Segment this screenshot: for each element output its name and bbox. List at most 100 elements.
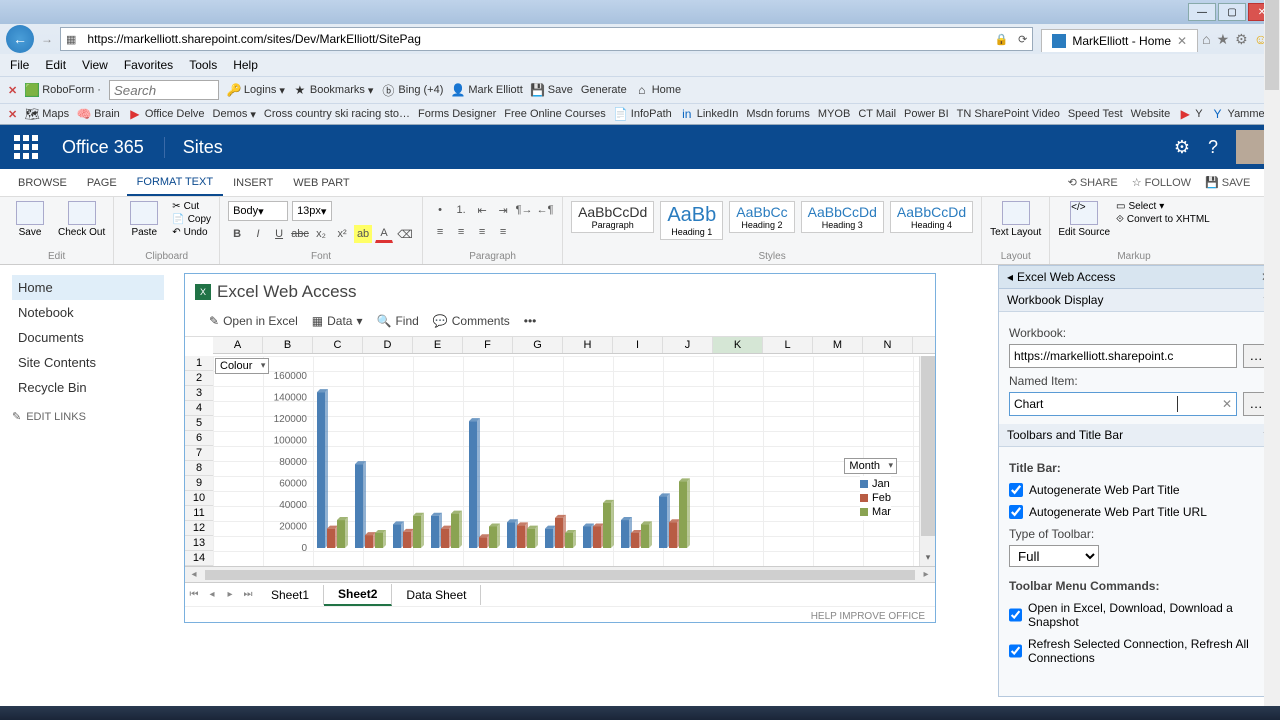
section-toolbars[interactable]: Toolbars and Title Bar⌃ [999,424,1279,447]
sheet-nav-last[interactable]: ⏭ [239,589,257,600]
hscroll-right-icon[interactable]: ▸ [917,569,935,580]
fav-msdn[interactable]: Msdn forums [746,108,810,120]
chk-refresh-box[interactable] [1009,644,1022,658]
home-icon[interactable]: ⌂ [1202,31,1210,48]
align-left-button[interactable]: ≡ [431,223,449,241]
address-bar[interactable]: ▦ 🔒 ⟳ [60,27,1033,51]
bing-button[interactable]: ⓑBing (+4) [381,83,443,97]
col-header-I[interactable]: I [613,337,663,353]
tab-format-text[interactable]: FORMAT TEXT [127,170,223,196]
row-header-7[interactable]: 7 [185,446,213,461]
row-header-11[interactable]: 11 [185,506,213,521]
grid-body[interactable]: Colour 020000400006000080000100000120000… [213,356,919,566]
style-h3[interactable]: AaBbCcDdHeading 3 [801,201,884,233]
align-center-button[interactable]: ≡ [452,223,470,241]
windows-taskbar[interactable] [0,706,1280,720]
chk-open-box[interactable] [1009,608,1022,622]
fav-demos[interactable]: Demos ▾ [213,108,256,121]
share-button[interactable]: ⟲ SHARE [1068,176,1118,189]
col-header-N[interactable]: N [863,337,913,353]
row-header-8[interactable]: 8 [185,461,213,476]
logins-button[interactable]: 🔑Logins ▾ [227,83,285,97]
fav-myob[interactable]: MYOB [818,108,850,120]
underline-button[interactable]: U [270,225,288,243]
edit-links-button[interactable]: ✎EDIT LINKS [12,410,164,423]
style-h2[interactable]: AaBbCcHeading 2 [729,201,794,233]
fav-delve[interactable]: ▶Office Delve [128,107,205,121]
fav-brain[interactable]: 🧠Brain [77,107,120,121]
copy-button[interactable]: 📄 Copy [172,214,211,225]
tools-icon[interactable]: ⚙ [1235,31,1248,48]
col-header-L[interactable]: L [763,337,813,353]
col-header-G[interactable]: G [513,337,563,353]
chk-autourl-box[interactable] [1009,505,1023,519]
row-header-3[interactable]: 3 [185,386,213,401]
numbering-button[interactable]: 1. [452,201,470,219]
col-header-K[interactable]: K [713,337,763,353]
row-header-10[interactable]: 10 [185,491,213,506]
browser-tab[interactable]: MarkElliott - Home ✕ [1041,29,1198,52]
style-h1[interactable]: AaBbHeading 1 [660,201,723,240]
row-header-1[interactable]: 1 [185,356,213,371]
generate-button[interactable]: Generate [581,84,627,96]
strike-button[interactable]: abc [291,225,309,243]
fav-y[interactable]: ▶Y [1178,107,1202,121]
forward-button[interactable]: → [38,30,56,48]
save-button-tb[interactable]: 💾Save [531,83,573,97]
save-button[interactable]: 💾 SAVE [1205,176,1250,189]
sheet-nav-next[interactable]: ▸ [221,589,239,600]
row-header-12[interactable]: 12 [185,521,213,536]
fav-maps[interactable]: 🗺Maps [25,107,69,121]
chk-open-download[interactable]: Open in Excel, Download, Download a Snap… [1009,601,1269,629]
chk-autotitle-box[interactable] [1009,483,1023,497]
fav-ctmail[interactable]: CT Mail [858,108,896,120]
section-workbook-display[interactable]: Workbook Display⌃ [999,289,1279,312]
menu-view[interactable]: View [82,58,108,72]
scroll-thumb[interactable] [921,356,935,536]
row-header-4[interactable]: 4 [185,401,213,416]
superscript-button[interactable]: x² [333,225,351,243]
ltr-button[interactable]: ¶→ [515,201,533,219]
tab-browse[interactable]: BROWSE [8,171,77,195]
col-header-H[interactable]: H [563,337,613,353]
close-favbar-icon[interactable]: ✕ [8,108,17,121]
col-header-C[interactable]: C [313,337,363,353]
sheet-hscrollbar[interactable]: ◂ ▸ [185,566,935,582]
row-header-6[interactable]: 6 [185,431,213,446]
window-min-button[interactable]: — [1188,3,1216,21]
fav-ski[interactable]: Cross country ski racing sto… [264,108,410,120]
outdent-button[interactable]: ⇤ [473,201,491,219]
menu-help[interactable]: Help [233,58,258,72]
checkout-button[interactable]: Check Out [58,201,105,238]
highlight-button[interactable]: ab [354,225,372,243]
sheet-tab-1[interactable]: Sheet1 [257,585,324,605]
subscript-button[interactable]: x₂ [312,225,330,243]
chk-autourl[interactable]: Autogenerate Web Part Title URL [1009,505,1269,519]
toolbar-type-select[interactable]: Full [1009,545,1099,567]
fav-tn[interactable]: TN SharePoint Video [957,108,1060,120]
fav-speed[interactable]: Speed Test [1068,108,1123,120]
col-header-M[interactable]: M [813,337,863,353]
data-button[interactable]: ▦Data ▾ [312,314,363,328]
row-header-2[interactable]: 2 [185,371,213,386]
menu-edit[interactable]: Edit [45,58,66,72]
more-button[interactable]: ••• [524,314,537,328]
menu-favorites[interactable]: Favorites [124,58,173,72]
sheet-nav-prev[interactable]: ◂ [203,589,221,600]
chk-refresh[interactable]: Refresh Selected Connection, Refresh All… [1009,637,1269,665]
style-paragraph[interactable]: AaBbCcDdParagraph [571,201,654,233]
tab-webpart[interactable]: WEB PART [283,171,359,195]
text-layout-button[interactable]: Text Layout [990,201,1041,238]
scroll-down-icon[interactable]: ▾ [921,552,935,566]
month-filter-dropdown[interactable]: Month [844,458,897,474]
named-item-input[interactable] [1010,397,1177,411]
refresh-icon[interactable]: ⟳ [1013,33,1032,46]
row-header-14[interactable]: 14 [185,551,213,566]
col-header-J[interactable]: J [663,337,713,353]
settings-gear-icon[interactable]: ⚙ [1174,137,1190,158]
col-header-D[interactable]: D [363,337,413,353]
convert-xhtml-button[interactable]: ⟐ Convert to XHTML [1116,214,1210,225]
row-header-9[interactable]: 9 [185,476,213,491]
favorites-icon[interactable]: ★ [1217,31,1230,48]
office365-link[interactable]: Office 365 [62,137,144,158]
